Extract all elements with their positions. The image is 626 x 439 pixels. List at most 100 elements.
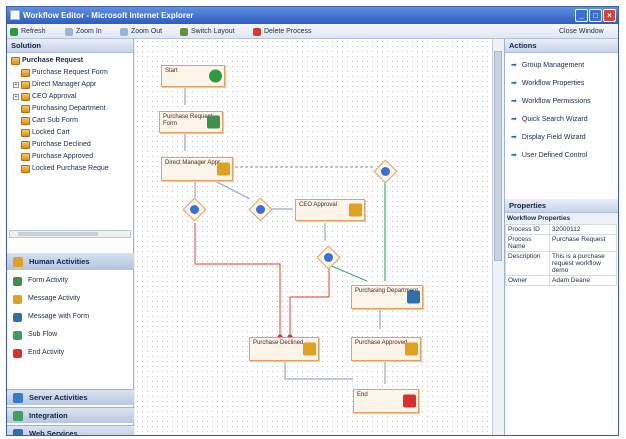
arrow-right-icon: ➡ [511, 134, 517, 141]
folder-icon [21, 81, 30, 89]
folder-icon [21, 105, 30, 113]
folder-icon [21, 153, 30, 161]
tree-item[interactable]: Purchase Declined [13, 140, 91, 150]
action-item[interactable]: ➡ User Defined Control [511, 150, 587, 162]
bottom-panel-header[interactable]: Server Activities [7, 389, 134, 405]
zoom-in-button[interactable]: Zoom In [65, 24, 102, 39]
decline-path-1 [194, 223, 281, 339]
property-value: 32000112 [549, 224, 617, 235]
property-row: Process Name Purchase Request [505, 234, 617, 252]
human-activities-header[interactable]: Human Activities [7, 253, 134, 270]
node-purchase-request-form[interactable]: Purchase Request Form [159, 111, 223, 133]
tree-item-label: CEO Approval [32, 93, 77, 100]
toolbar: Refresh Zoom In Zoom Out Switch Layout D… [7, 24, 618, 39]
node-purchase-declined[interactable]: Purchase Declined [249, 337, 319, 361]
node-declined-label: Purchase Declined [253, 340, 304, 346]
canvas-vertical-scrollbar[interactable] [492, 39, 503, 435]
node-start-label: Start [165, 68, 178, 74]
close-window-button[interactable]: Close Window [559, 24, 604, 39]
refresh-icon [10, 27, 18, 36]
message-icon [13, 294, 22, 304]
folder-icon [21, 117, 30, 125]
node-ceo-approval[interactable]: CEO Approval [295, 199, 365, 221]
tree-item[interactable]: Purchase Approved [13, 152, 93, 162]
tree-item-label: Locked Cart [32, 129, 70, 136]
person-icon [13, 257, 23, 267]
folder-icon [21, 69, 30, 77]
tree-expander-icon[interactable]: + [13, 82, 19, 88]
server-icon [13, 393, 23, 403]
bottom-panel-label: Integration [29, 411, 68, 420]
refresh-button[interactable]: Refresh [10, 24, 46, 39]
close-button[interactable]: × [603, 9, 616, 22]
properties-subtitle: Workflow Properties [505, 213, 618, 224]
tree-horizontal-scrollbar[interactable] [9, 230, 131, 238]
webservice-icon [13, 429, 23, 435]
tree-item[interactable]: + CEO Approval [13, 92, 76, 102]
tree-item-label: Locked Purchase Reque [32, 165, 109, 172]
zoom-out-button[interactable]: Zoom Out [120, 24, 162, 39]
delete-process-label: Delete Process [264, 28, 312, 35]
bottom-panel-label: Web Services [29, 429, 78, 436]
tree-root[interactable]: Purchase Request [11, 56, 83, 66]
action-item[interactable]: ➡ Quick Search Wizard [511, 114, 588, 126]
tree-item[interactable]: Locked Purchase Reque [13, 164, 109, 174]
bottom-panel-header[interactable]: Integration [7, 407, 134, 423]
delete-process-button[interactable]: Delete Process [253, 24, 311, 39]
node-end[interactable]: End [353, 389, 419, 413]
tree-item[interactable]: Purchasing Department [13, 104, 106, 114]
scrollbar-thumb[interactable] [494, 51, 502, 261]
decline-path-2 [289, 265, 330, 339]
connector-manager-gateway2 [214, 180, 251, 200]
property-key: Description [505, 251, 550, 276]
switch-layout-button[interactable]: Switch Layout [180, 24, 235, 39]
node-direct-manager-appr[interactable]: Direct Manager Appr [161, 157, 233, 181]
action-label: Group Management [521, 62, 585, 69]
node-purchase-approved[interactable]: Purchase Approved [351, 337, 421, 361]
folder-icon [21, 93, 30, 101]
action-item[interactable]: ➡ Group Management [511, 60, 584, 72]
tree-item-label: Purchase Approved [32, 153, 94, 160]
action-item[interactable]: ➡ Display Field Wizard [511, 132, 586, 144]
tree-root-label: Purchase Request [22, 57, 84, 64]
activity-item[interactable]: End Activity [13, 347, 64, 359]
bottom-panel-header[interactable]: Web Services [7, 425, 134, 436]
activity-item[interactable]: Sub Flow [13, 329, 57, 341]
property-value: Purchase Request [549, 234, 617, 252]
tree-item[interactable]: Locked Cart [13, 128, 70, 138]
action-item[interactable]: ➡ Workflow Properties [511, 78, 584, 90]
activity-label: Message Activity [28, 295, 81, 302]
connector-layer [184, 87, 386, 384]
tree-item[interactable]: + Direct Manager Appr [13, 80, 96, 90]
scrollbar-thumb[interactable] [18, 232, 98, 236]
minimize-button[interactable]: _ [575, 9, 588, 22]
tree-item[interactable]: Purchase Request Form [13, 68, 108, 78]
message-icon [349, 203, 362, 217]
form-icon [207, 115, 220, 129]
node-purchasing-department[interactable]: Purchasing Department [351, 285, 423, 309]
message-icon [217, 162, 230, 176]
action-item[interactable]: ➡ Workflow Permissions [511, 96, 591, 108]
maximize-button[interactable]: □ [589, 9, 602, 22]
solution-tree: Purchase Request Purchase Request Form + Di… [7, 53, 134, 230]
subflow-icon [13, 330, 22, 340]
node-form-label: Purchase Request Form [163, 114, 213, 127]
properties-header: Properties [505, 199, 618, 213]
node-ceo-label: CEO Approval [299, 202, 338, 208]
integration-icon [13, 411, 23, 421]
refresh-label: Refresh [21, 28, 46, 35]
workflow-canvas[interactable]: Start Purchase Request Form Direct Manag… [135, 39, 492, 435]
form-icon [13, 276, 22, 286]
activity-item[interactable]: Form Activity [13, 275, 68, 287]
node-start[interactable]: Start [161, 65, 225, 87]
properties-panel: Properties Workflow Properties Process I… [505, 199, 618, 286]
action-label: Display Field Wizard [521, 134, 586, 141]
tree-expander-icon[interactable]: + [13, 94, 19, 100]
actions-header: Actions [505, 39, 618, 53]
folder-icon [21, 141, 30, 149]
activity-item[interactable]: Message with Form [13, 311, 89, 323]
activity-item[interactable]: Message Activity [13, 293, 80, 305]
close-window-label: Close Window [559, 28, 604, 35]
tree-item[interactable]: Cart Sub Form [13, 116, 78, 126]
bottom-panel-label: Server Activities [29, 393, 88, 402]
